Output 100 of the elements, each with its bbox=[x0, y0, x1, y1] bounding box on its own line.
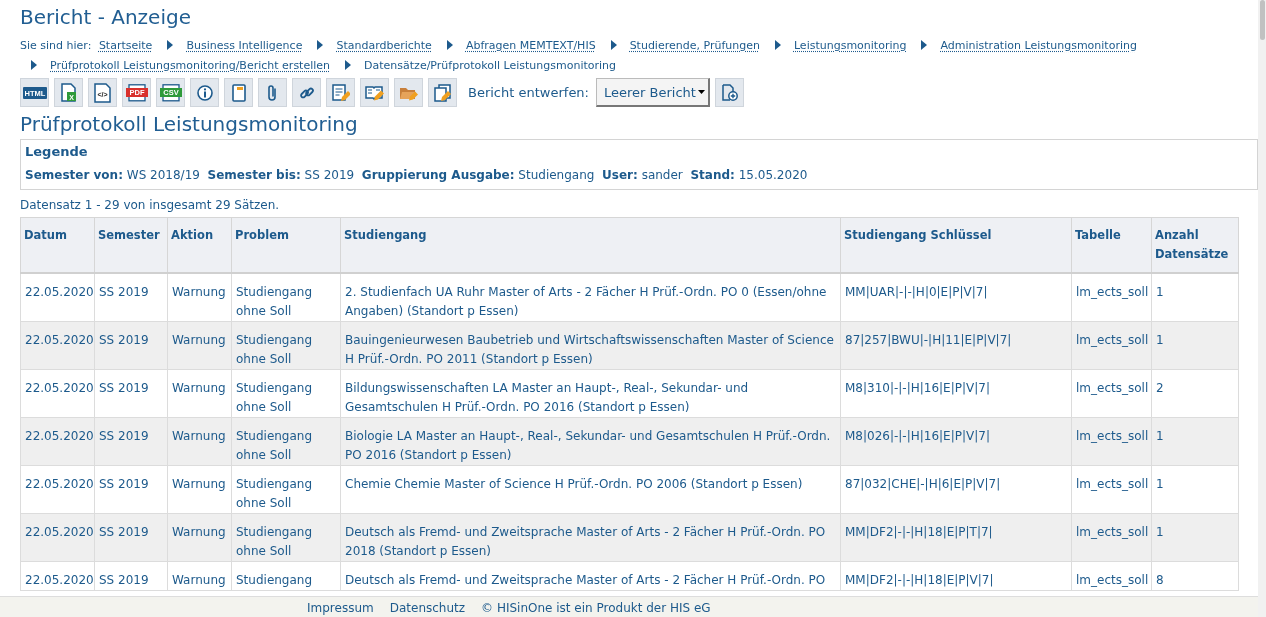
table-cell: Studiengang ohne Soll bbox=[231, 465, 341, 514]
table-cell: Chemie Chemie Master of Science H Prüf.-Ordn. PO 2006 (Standort p Essen) bbox=[340, 465, 841, 514]
table-cell: SS 2019 bbox=[94, 465, 168, 514]
table-cell: Studiengang ohne Soll bbox=[231, 417, 341, 466]
table-cell: 1 bbox=[1151, 321, 1239, 370]
chevron-icon bbox=[316, 40, 325, 50]
toolbar-button[interactable] bbox=[326, 78, 355, 107]
breadcrumb-link[interactable]: Startseite bbox=[98, 39, 153, 52]
edit-book-icon bbox=[365, 84, 384, 101]
table-cell: M8|026|-|-|H|16|E|P|V|7| bbox=[840, 417, 1072, 466]
table-cell: MM|DF2|-|-|H|18|E|P|T|7| bbox=[840, 513, 1072, 562]
breadcrumb-current: Datensätze/Prüfprotokoll Leistungsmonitoring bbox=[364, 59, 617, 72]
new-report-button[interactable] bbox=[715, 78, 744, 107]
table-cell: lm_ects_soll bbox=[1071, 465, 1152, 514]
notebook-icon bbox=[231, 83, 246, 102]
table-cell: 22.05.2020 bbox=[20, 561, 95, 591]
caret-icon bbox=[698, 90, 705, 94]
table-cell: lm_ects_soll bbox=[1071, 321, 1152, 370]
column-header[interactable]: Datum bbox=[20, 217, 95, 273]
toolbar-button[interactable] bbox=[190, 78, 219, 107]
table-cell: Warnung bbox=[167, 561, 232, 591]
table-cell: Bauingenieurwesen Baubetrieb und Wirtschaftswissenschaften Master of Science H Prüf.-Ordn. PO 2011 (Standort p Essen) bbox=[340, 321, 841, 370]
table-cell: lm_ects_soll bbox=[1071, 513, 1152, 562]
table-cell: Bildungswissenschaften LA Master an Haupt-, Real-, Sekundar- und Gesamtschulen H Prüf.-Ordn. PO 2016 (Standort p Essen) bbox=[340, 369, 841, 418]
breadcrumb-link[interactable]: Leistungsmonitoring bbox=[793, 39, 907, 52]
table-cell: Warnung bbox=[167, 417, 232, 466]
toolbar-button[interactable] bbox=[224, 78, 253, 107]
scrollbar[interactable] bbox=[1258, 0, 1266, 617]
column-header[interactable]: Studiengang bbox=[340, 217, 841, 273]
footer-link[interactable]: Datenschutz bbox=[389, 600, 466, 615]
table-cell: Studiengang bbox=[231, 561, 341, 591]
breadcrumb-link[interactable]: Administration Leistungsmonitoring bbox=[940, 39, 1137, 52]
table-cell: 2 bbox=[1151, 369, 1239, 418]
breadcrumb-link[interactable]: Prüfprotokoll Leistungsmonitoring/Bericht erstellen bbox=[50, 59, 331, 72]
table-cell: Warnung bbox=[167, 273, 232, 322]
column-header[interactable]: Semester bbox=[94, 217, 168, 273]
document-plus-icon bbox=[721, 84, 738, 101]
chevron-icon bbox=[30, 60, 38, 70]
table-cell: SS 2019 bbox=[94, 513, 168, 562]
table-cell: lm_ects_soll bbox=[1071, 273, 1152, 322]
table-cell: Deutsch als Fremd- und Zweitsprache Master of Arts - 2 Fächer H Prüf.-Ordn. PO bbox=[340, 561, 841, 591]
table-cell: MM|DF2|-|-|H|18|E|P|V|7| bbox=[840, 561, 1072, 591]
breadcrumb-link[interactable]: Abfragen MEMTEXT/HIS bbox=[465, 39, 596, 52]
table-cell: SS 2019 bbox=[94, 273, 168, 322]
legend-text: Semester von: WS 2018/19 Semester bis: SS 2019 Gruppierung Ausgabe: Studiengang User: sander Stand: 15.05.2020 bbox=[25, 167, 809, 183]
table-cell: SS 2019 bbox=[94, 417, 168, 466]
table-cell: Deutsch als Fremd- und Zweitsprache Master of Arts - 2 Fächer H Prüf.-Ordn. PO 2018 (Standort p Essen) bbox=[340, 513, 841, 562]
table-cell: 2. Studienfach UA Ruhr Master of Arts - 2 Fächer H Prüf.-Ordn. PO 0 (Essen/ohne Angaben) (Standort p Essen) bbox=[340, 273, 841, 322]
table-cell: 1 bbox=[1151, 513, 1239, 562]
table-cell: 1 bbox=[1151, 465, 1239, 514]
toolbar-button[interactable] bbox=[258, 78, 287, 107]
scrollbar-thumb[interactable] bbox=[1260, 0, 1265, 40]
table-cell: 1 bbox=[1151, 417, 1239, 466]
table-cell: Warnung bbox=[167, 465, 232, 514]
chevron-icon bbox=[773, 40, 782, 50]
report-select[interactable]: Leerer Bericht bbox=[596, 78, 710, 107]
chevron-icon bbox=[166, 40, 175, 50]
table-cell: Warnung bbox=[167, 321, 232, 370]
table-cell: SS 2019 bbox=[94, 369, 168, 418]
table-cell: Biologie LA Master an Haupt-, Real-, Sekundar- und Gesamtschulen H Prüf.-Ordn. PO 2016 (Standort p Essen) bbox=[340, 417, 841, 466]
toolbar-button[interactable] bbox=[292, 78, 321, 107]
table-cell: lm_ects_soll bbox=[1071, 561, 1152, 591]
table-cell: M8|310|-|-|H|16|E|P|V|7| bbox=[840, 369, 1072, 418]
column-header[interactable]: Tabelle bbox=[1071, 217, 1152, 273]
table-cell: lm_ects_soll bbox=[1071, 369, 1152, 418]
edit-copy-icon bbox=[433, 83, 452, 102]
breadcrumb-label: Sie sind hier: bbox=[20, 38, 92, 54]
table-cell: 87|257|BWU|-|H|11|E|P|V|7| bbox=[840, 321, 1072, 370]
legend-title: Legende bbox=[25, 143, 89, 161]
table-cell: Studiengang ohne Soll bbox=[231, 321, 341, 370]
table-cell: Studiengang ohne Soll bbox=[231, 369, 341, 418]
table-cell: 22.05.2020 bbox=[20, 369, 95, 418]
table-cell: MM|UAR|-|-|H|0|E|P|V|7| bbox=[840, 273, 1072, 322]
report-title: Prüfprotokoll Leistungsmonitoring bbox=[20, 111, 359, 137]
chevron-icon bbox=[344, 60, 353, 70]
column-header[interactable]: Studiengang Schlüssel bbox=[840, 217, 1072, 273]
page-title: Bericht - Anzeige bbox=[20, 4, 192, 31]
table-cell: SS 2019 bbox=[94, 321, 168, 370]
table-cell: 8 bbox=[1151, 561, 1239, 591]
table-cell: Studiengang ohne Soll bbox=[231, 513, 341, 562]
breadcrumb-link[interactable]: Standardberichte bbox=[336, 39, 432, 52]
column-header[interactable]: Problem bbox=[231, 217, 341, 273]
footer-link[interactable]: Impressum bbox=[307, 600, 374, 615]
table-cell: 22.05.2020 bbox=[20, 513, 95, 562]
table-cell: lm_ects_soll bbox=[1071, 417, 1152, 466]
chevron-icon bbox=[609, 40, 618, 50]
footer-text: © HISinOne ist ein Produkt der HIS eG bbox=[481, 600, 711, 615]
breadcrumb-link[interactable]: Studierende, Prüfungen bbox=[629, 39, 760, 52]
table-cell: Warnung bbox=[167, 513, 232, 562]
toolbar-button[interactable] bbox=[428, 78, 457, 107]
table-cell: 22.05.2020 bbox=[20, 465, 95, 514]
table-cell: 87|032|CHE|-|H|6|E|P|V|7| bbox=[840, 465, 1072, 514]
table-cell: 22.05.2020 bbox=[20, 417, 95, 466]
toolbar-button[interactable] bbox=[360, 78, 389, 107]
column-header[interactable]: Aktion bbox=[167, 217, 232, 273]
info-icon bbox=[196, 84, 213, 101]
breadcrumb-link[interactable]: Business Intelligence bbox=[186, 39, 303, 52]
record-count: Datensatz 1 - 29 von insgesamt 29 Sätzen. bbox=[20, 197, 281, 213]
column-header[interactable]: Anzahl Datensätze bbox=[1151, 217, 1239, 273]
table-cell: 1 bbox=[1151, 273, 1239, 322]
